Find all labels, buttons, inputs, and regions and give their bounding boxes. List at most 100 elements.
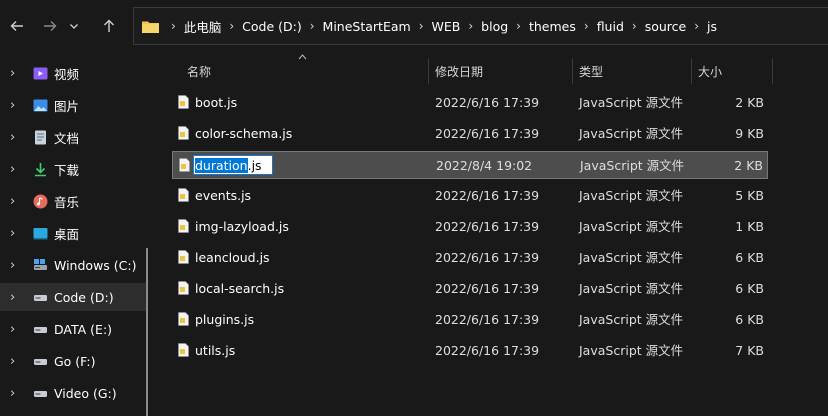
breadcrumb-source[interactable]: source [645,19,687,34]
breadcrumb-js[interactable]: js [707,19,717,34]
sidebar-item-videos[interactable]: › 视频 [0,59,148,87]
chevron-right-icon[interactable]: › [10,98,15,113]
chevron-right-icon[interactable]: › [10,194,15,209]
file-type: JavaScript 源文件 [579,312,684,327]
js-file-icon [178,219,189,233]
file-date: 2022/6/16 17:39 [435,250,540,265]
file-date: 2022/8/4 19:02 [436,158,533,173]
file-date: 2022/6/16 17:39 [435,312,540,327]
chevron-right-icon[interactable]: › [10,66,15,81]
arrow-up-icon[interactable] [97,14,121,38]
pictures-icon [33,98,48,113]
file-size: 2 KB [734,158,763,173]
breadcrumb-separator-icon[interactable]: › [221,19,242,33]
file-row-selected[interactable]: duration .js 2022/8/4 19:02 JavaScript 源文… [172,151,768,179]
chevron-right-icon[interactable]: › [10,386,15,401]
file-row[interactable]: local-search.js 2022/6/16 17:39 JavaScri… [172,275,768,303]
video-icon [33,66,48,81]
breadcrumb-themes[interactable]: themes [529,19,576,34]
file-type: JavaScript 源文件 [579,126,684,141]
sidebar-item-video-g[interactable]: › Video (G:) [0,379,148,407]
column-header-size[interactable]: 大小 [698,58,722,84]
sidebar-item-label: 视频 [54,66,80,82]
music-icon [33,194,48,209]
sidebar-item-windows-c[interactable]: › Windows (C:) [0,251,148,279]
js-file-icon [178,312,189,326]
breadcrumb-code-drive[interactable]: Code (D:) [242,19,302,34]
file-row[interactable]: utils.js 2022/6/16 17:39 JavaScript 源文件 … [172,337,768,365]
address-bar[interactable]: › 此电脑 › Code (D:) › MineStartEam › WEB ›… [133,7,828,45]
breadcrumb-separator-icon[interactable]: › [302,19,323,33]
file-type: JavaScript 源文件 [580,158,685,173]
breadcrumb-separator-icon[interactable]: › [508,19,529,33]
drive-icon [33,386,48,401]
file-date: 2022/6/16 17:39 [435,219,540,234]
breadcrumb-separator-icon[interactable]: › [411,19,432,33]
column-divider[interactable] [691,58,692,84]
breadcrumb-blog[interactable]: blog [481,19,508,34]
breadcrumb-separator-icon[interactable]: › [460,19,481,33]
sidebar-item-data-e[interactable]: › DATA (E:) [0,315,148,343]
windows-drive-icon [33,258,48,273]
breadcrumb-fluid[interactable]: fluid [597,19,624,34]
file-size: 6 KB [735,281,764,296]
sidebar-item-label: Windows (C:) [54,257,137,273]
chevron-right-icon[interactable]: › [10,290,15,305]
file-name: events.js [195,188,252,203]
breadcrumb-separator-icon[interactable]: › [624,19,645,33]
drive-icon [33,354,48,369]
chevron-right-icon[interactable]: › [10,354,15,369]
sort-ascending-icon [298,52,307,63]
breadcrumb-separator-icon[interactable]: › [686,19,707,33]
js-file-icon [178,95,189,109]
file-row[interactable]: img-lazyload.js 2022/6/16 17:39 JavaScri… [172,213,768,241]
file-name: img-lazyload.js [195,219,289,234]
chevron-right-icon[interactable]: › [10,226,15,241]
breadcrumb-minestarteam[interactable]: MineStartEam [323,19,411,34]
file-row[interactable]: events.js 2022/6/16 17:39 JavaScript 源文件… [172,182,768,210]
file-row[interactable]: leancloud.js 2022/6/16 17:39 JavaScript … [172,244,768,272]
file-size: 2 KB [735,95,764,110]
js-file-icon [178,281,189,295]
column-header-type[interactable]: 类型 [579,58,603,84]
column-header-name[interactable]: 名称 [187,58,211,84]
desktop-icon [33,226,48,241]
chevron-down-icon[interactable] [66,14,82,38]
download-icon [33,162,48,177]
file-type: JavaScript 源文件 [579,343,684,358]
column-divider[interactable] [572,58,573,84]
file-type: JavaScript 源文件 [579,281,684,296]
file-row[interactable]: color-schema.js 2022/6/16 17:39 JavaScri… [172,120,768,148]
file-date: 2022/6/16 17:39 [435,126,540,141]
navigation-bar: › 此电脑 › Code (D:) › MineStartEam › WEB ›… [0,0,828,52]
file-row[interactable]: plugins.js 2022/6/16 17:39 JavaScript 源文… [172,306,768,334]
breadcrumb-web[interactable]: WEB [432,19,461,34]
sidebar-item-go-f[interactable]: › Go (F:) [0,347,148,375]
js-file-icon [178,343,189,357]
arrow-left-icon[interactable] [5,14,29,38]
breadcrumb-this-pc[interactable]: 此电脑 [184,17,222,36]
chevron-right-icon[interactable]: › [10,258,15,273]
chevron-right-icon[interactable]: › [10,130,15,145]
chevron-right-icon[interactable]: › [10,322,15,337]
file-name: color-schema.js [195,126,293,141]
column-divider[interactable] [428,58,429,84]
breadcrumb-separator-icon[interactable]: › [576,19,597,33]
column-divider[interactable] [772,58,773,84]
sidebar-scrollbar[interactable] [146,248,148,416]
file-date: 2022/6/16 17:39 [435,281,540,296]
sidebar-item-code-d[interactable]: › Code (D:) [0,283,148,311]
column-header-date[interactable]: 修改日期 [435,58,483,84]
file-row[interactable]: boot.js 2022/6/16 17:39 JavaScript 源文件 2… [172,89,768,117]
sidebar-item-documents[interactable]: › 文档 [0,123,148,151]
drive-icon [33,290,48,305]
chevron-right-icon[interactable]: › [10,162,15,177]
sidebar-item-desktop[interactable]: › 桌面 [0,219,148,247]
js-file-icon [178,250,189,264]
file-name: utils.js [195,343,236,358]
sidebar-item-pictures[interactable]: › 图片 [0,91,148,119]
sidebar-item-music[interactable]: › 音乐 [0,187,148,215]
arrow-right-icon[interactable] [38,14,62,38]
rename-input[interactable]: duration .js [193,155,273,175]
sidebar-item-downloads[interactable]: › 下载 [0,155,148,183]
